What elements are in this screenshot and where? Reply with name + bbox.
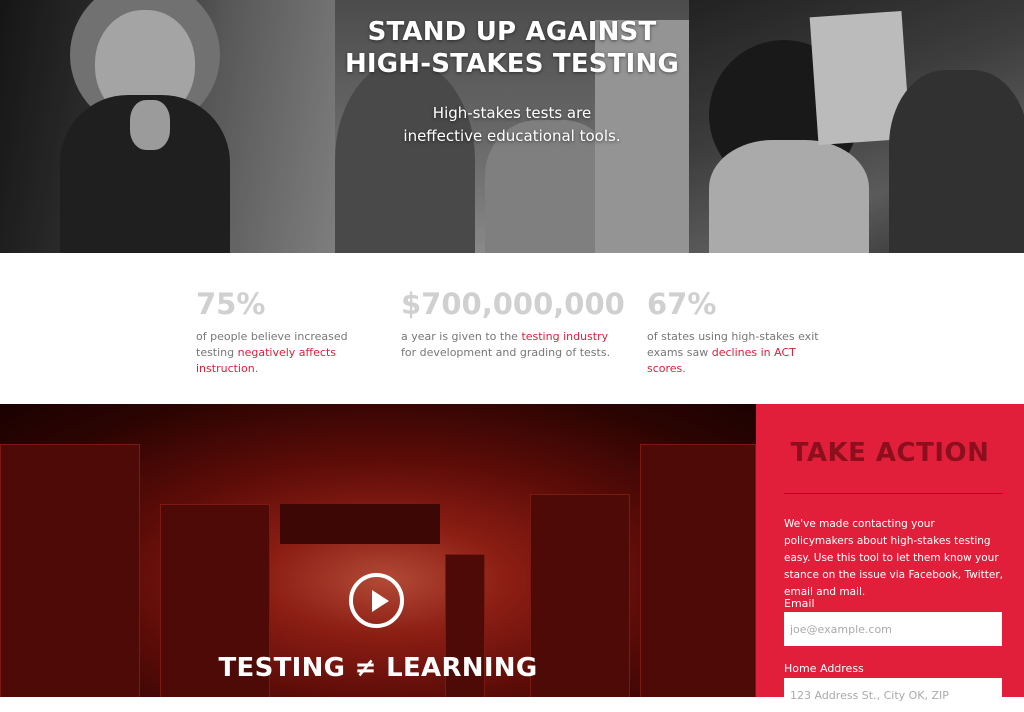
- stat-description: of people believe increased testing nega…: [196, 329, 381, 377]
- hero-banner: STAND UP AGAINST HIGH-STAKES TESTING Hig…: [0, 0, 1024, 253]
- email-field[interactable]: [784, 612, 1002, 646]
- home-address-label: Home Address: [784, 662, 864, 675]
- video-title: TESTING ≠ LEARNING: [218, 653, 538, 683]
- hero-title-line2: HIGH-STAKES TESTING: [344, 49, 680, 79]
- stat-item: 67% of states using high-stakes exit exa…: [647, 287, 827, 377]
- stat-text-end: .: [682, 362, 686, 375]
- take-action-panel: TAKE ACTION We've made contacting your p…: [756, 404, 1024, 712]
- stat-item: 75% of people believe increased testing …: [196, 287, 381, 377]
- video-section: TESTING ≠ LEARNING: [0, 404, 756, 697]
- stat-number: 67%: [647, 287, 717, 321]
- hero-subtitle-line2: ineffective educational tools.: [403, 127, 621, 145]
- stat-description: of states using high-stakes exit exams s…: [647, 329, 827, 377]
- stat-number: $700,000,000: [401, 287, 625, 321]
- hero-title: STAND UP AGAINST HIGH-STAKES TESTING: [335, 16, 689, 80]
- stat-item: $700,000,000 a year is given to the test…: [401, 287, 625, 361]
- stats-section: 75% of people believe increased testing …: [0, 253, 1024, 404]
- stat-text: a year is given to the: [401, 330, 518, 343]
- home-address-field[interactable]: [784, 678, 1002, 712]
- email-label: Email: [784, 597, 815, 610]
- stat-text-end: .: [254, 362, 259, 375]
- divider: [784, 493, 1003, 494]
- hero-title-line1: STAND UP AGAINST: [367, 17, 657, 47]
- take-action-title: TAKE ACTION: [790, 438, 990, 468]
- stat-number: 75%: [196, 287, 266, 321]
- stat-link-testing-industry[interactable]: testing industry: [521, 330, 608, 343]
- play-button[interactable]: [349, 573, 404, 628]
- stat-description: a year is given to the testing industry …: [401, 329, 611, 361]
- hero-subtitle: High-stakes tests are ineffective educat…: [335, 102, 689, 148]
- stat-text-end: for development and grading of tests.: [401, 346, 611, 359]
- hero-subtitle-line1: High-stakes tests are: [432, 104, 592, 122]
- take-action-description: We've made contacting your policymakers …: [784, 518, 1003, 598]
